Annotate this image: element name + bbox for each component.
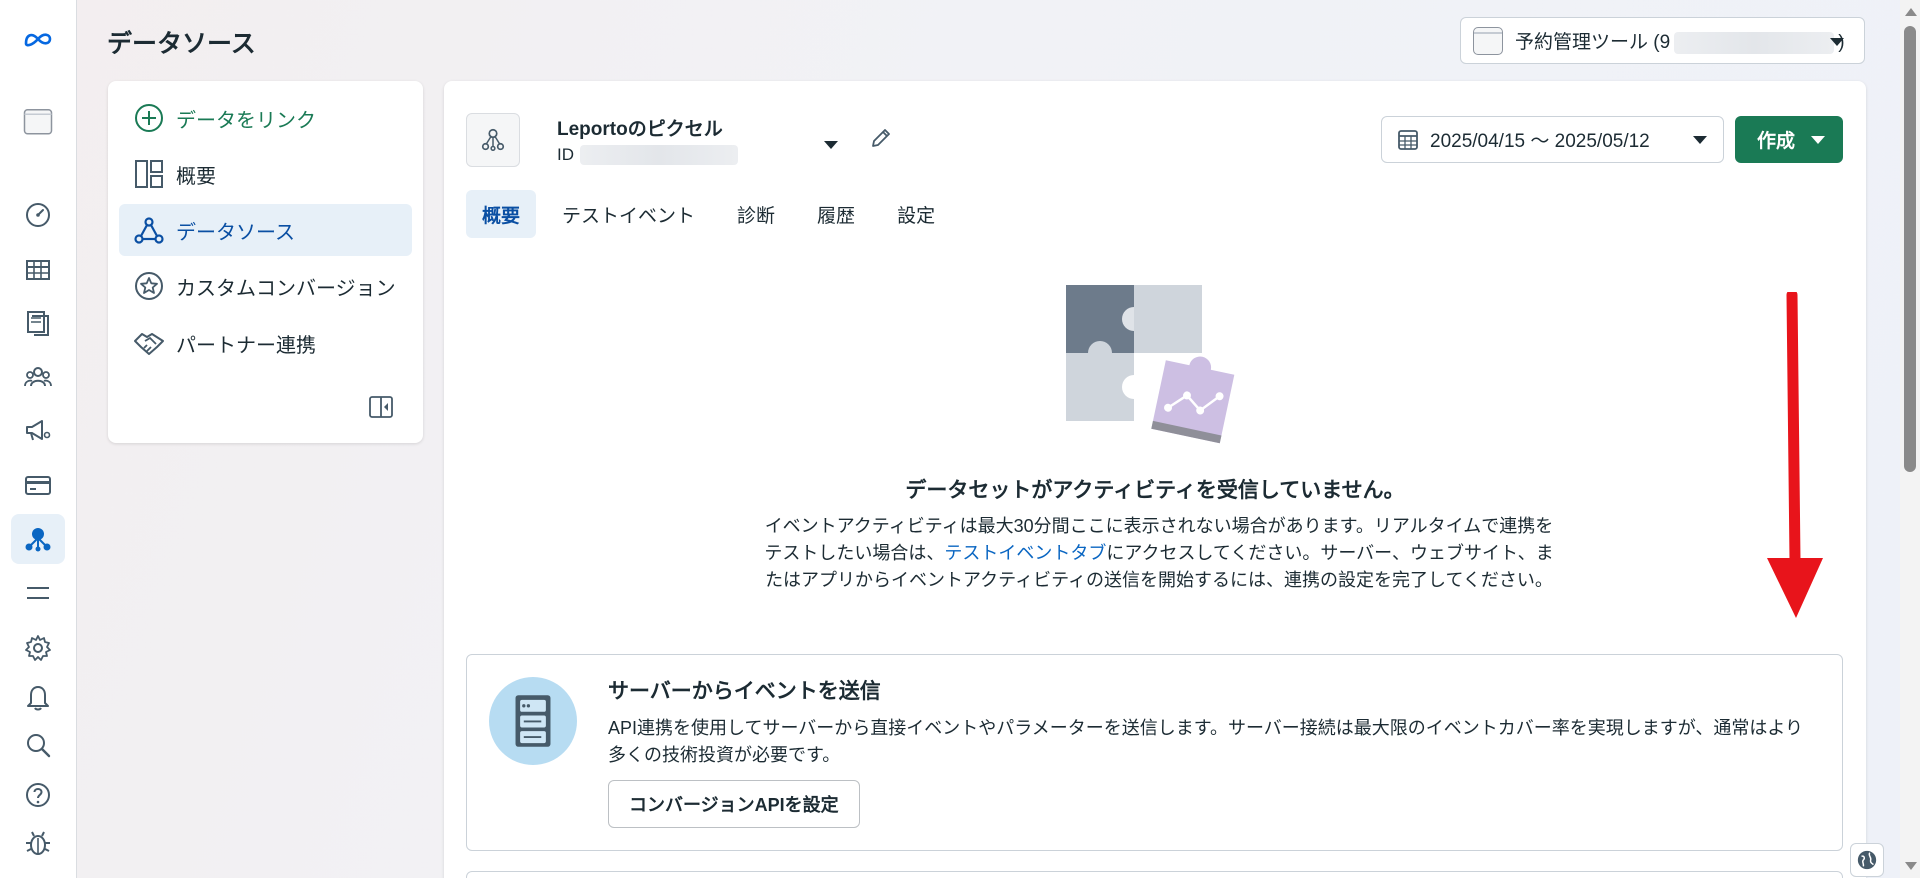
- pages-icon[interactable]: [11, 298, 65, 348]
- server-events-card: サーバーからイベントを送信 API連携を使用してサーバーから直接イベントやパラメ…: [466, 654, 1843, 851]
- chevron-down-icon: [1811, 136, 1825, 144]
- server-card-description: API連携を使用してサーバーから直接イベントやパラメーターを送信します。サーバー…: [608, 718, 1804, 765]
- dataset-tabs: 概要 テストイベント 診断 履歴 設定: [466, 190, 961, 238]
- tab-history[interactable]: 履歴: [801, 190, 871, 238]
- notification-bell-icon[interactable]: [11, 672, 65, 722]
- setup-conversions-api-button[interactable]: コンバージョンAPIを設定: [608, 780, 860, 828]
- server-icon: [489, 677, 577, 765]
- account-name: 予約管理ツール (9): [1515, 27, 1845, 54]
- speedometer-icon[interactable]: [11, 190, 65, 240]
- events-manager-subnav: データをリンク 概要 データソース カスタムコンバージョン パートナー連携: [108, 81, 423, 443]
- date-range-picker[interactable]: 2025/04/15 ～ 2025/05/12: [1381, 116, 1724, 163]
- dataset-name: Leportoのピクセル: [557, 119, 723, 140]
- dashboard-layout-icon: [135, 160, 163, 188]
- pencil-icon: [872, 129, 890, 147]
- hamburger-menu-icon[interactable]: [11, 568, 65, 618]
- chevron-down-icon: [1830, 38, 1844, 46]
- red-down-arrow-icon: [1767, 292, 1823, 618]
- redacted-dataset-id: [580, 145, 738, 165]
- account-name-text: 予約管理ツール (9: [1515, 32, 1671, 53]
- chevron-down-icon: [824, 141, 838, 149]
- subnav-item-partner-integrations[interactable]: パートナー連携: [119, 317, 412, 369]
- subnav-item-label: データソース: [176, 221, 295, 244]
- tab-settings[interactable]: 設定: [881, 190, 951, 238]
- credit-card-icon[interactable]: [11, 460, 65, 510]
- subnav-item-overview[interactable]: 概要: [119, 148, 412, 200]
- business-account-icon[interactable]: [11, 96, 65, 146]
- data-source-icon: [134, 217, 164, 244]
- subnav-item-label: データをリンク: [176, 109, 316, 132]
- dataset-switcher-button[interactable]: [816, 133, 846, 157]
- tab-test-events[interactable]: テストイベント: [546, 190, 711, 238]
- data-source-nav-icon[interactable]: [11, 514, 65, 564]
- meta-logo-icon[interactable]: [11, 14, 65, 64]
- settings-gear-icon[interactable]: [11, 623, 65, 673]
- page-title: データソース: [107, 30, 256, 58]
- language-globe-button[interactable]: [1850, 843, 1884, 877]
- next-setup-card: [466, 871, 1843, 878]
- business-account-selector[interactable]: 予約管理ツール (9): [1460, 17, 1865, 64]
- account-thumbnail-icon: [1473, 26, 1503, 55]
- scrollbar-thumb[interactable]: [1904, 26, 1916, 472]
- chevron-down-icon: [1693, 136, 1707, 144]
- page-scrollbar[interactable]: [1900, 0, 1920, 878]
- subnav-item-custom-conversions[interactable]: カスタムコンバージョン: [119, 260, 412, 312]
- subnav-item-label: パートナー連携: [176, 334, 316, 357]
- table-icon[interactable]: [11, 245, 65, 295]
- subnav-item-label: 概要: [176, 165, 216, 188]
- edit-dataset-name-button[interactable]: [864, 121, 898, 155]
- globe-icon: [1857, 850, 1877, 870]
- bug-report-icon[interactable]: [11, 818, 65, 868]
- star-badge-icon: [135, 272, 163, 300]
- redacted-account-id: [1674, 31, 1835, 54]
- pixel-icon: [466, 113, 520, 167]
- plus-circle-icon: [135, 104, 163, 132]
- empty-state-description: イベントアクティビティは最大30分間ここに表示されない場合があります。リアルタイ…: [764, 513, 1554, 594]
- scroll-up-arrow-icon[interactable]: [1905, 8, 1917, 16]
- global-nav-rail: [0, 0, 77, 878]
- audience-icon[interactable]: [11, 352, 65, 402]
- dataset-detail-panel: Leportoのピクセル ID 2025/04/15 ～ 2025/05/12 …: [444, 81, 1866, 878]
- collapse-panel-icon[interactable]: [368, 394, 394, 420]
- search-icon[interactable]: [11, 720, 65, 770]
- create-button[interactable]: 作成: [1735, 116, 1843, 163]
- dataset-id: ID: [557, 145, 742, 165]
- subnav-item-data-sources[interactable]: データソース: [119, 204, 412, 256]
- help-icon[interactable]: [11, 770, 65, 820]
- tab-overview[interactable]: 概要: [466, 190, 537, 238]
- dataset-id-label: ID: [557, 145, 574, 164]
- tab-diagnostics[interactable]: 診断: [721, 190, 791, 238]
- empty-state-title: データセットがアクティビティを受信していません。: [905, 479, 1405, 502]
- create-button-label: 作成: [1757, 131, 1796, 152]
- server-card-title: サーバーからイベントを送信: [608, 680, 881, 703]
- puzzle-illustration-icon: [1066, 285, 1235, 444]
- test-events-tab-link[interactable]: テストイベントタブ: [944, 543, 1106, 563]
- date-range-value: 2025/04/15 ～ 2025/05/12: [1430, 131, 1650, 152]
- calendar-icon: [1398, 129, 1418, 150]
- handshake-icon: [134, 333, 164, 355]
- scroll-down-arrow-icon[interactable]: [1905, 862, 1917, 870]
- subnav-item-link-data[interactable]: データをリンク: [119, 92, 412, 144]
- megaphone-icon[interactable]: [11, 405, 65, 455]
- subnav-item-label: カスタムコンバージョン: [176, 277, 396, 300]
